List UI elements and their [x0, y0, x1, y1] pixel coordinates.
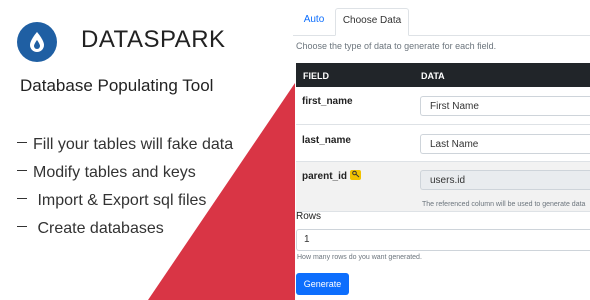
feature-item: Modify tables and keys — [17, 160, 233, 188]
brand-name: DATASPARK — [81, 26, 226, 53]
rows-hint: How many rows do you want generated. — [297, 254, 422, 261]
dash-icon — [17, 142, 27, 144]
field-name: parent_id — [302, 170, 362, 182]
feature-text: Fill your tables will fake data — [33, 136, 234, 153]
field-name: first_name — [302, 96, 353, 107]
feature-list: Fill your tables will fake data Modify t… — [17, 132, 233, 244]
tab-bar: Auto Choose Data — [293, 8, 590, 36]
data-type-select[interactable]: First Name — [420, 96, 590, 116]
generate-button[interactable]: Generate — [296, 273, 349, 295]
rows-label: Rows — [296, 211, 322, 222]
flame-drop-icon — [30, 32, 44, 52]
header-data: DATA — [421, 71, 445, 81]
field-name: last_name — [302, 135, 351, 146]
data-type-select[interactable]: Last Name — [420, 134, 590, 154]
tab-auto[interactable]: Auto — [293, 8, 335, 34]
rows-input[interactable]: 1 — [296, 229, 590, 251]
dash-icon — [17, 170, 27, 172]
table-row: last_name Last Name — [296, 125, 590, 162]
table-row: first_name First Name — [296, 87, 590, 125]
feature-text: Modify tables and keys — [33, 164, 196, 181]
table-row: parent_id users.id The referenced column… — [296, 162, 590, 212]
header-field: FIELD — [303, 71, 329, 81]
feature-item: Create databases — [17, 216, 233, 244]
referenced-column-field: users.id — [420, 170, 590, 190]
dash-icon — [17, 226, 27, 228]
feature-text: Create databases — [33, 220, 164, 237]
key-icon — [350, 170, 362, 181]
field-name-text: parent_id — [302, 171, 348, 182]
reference-note: The referenced column will be used to ge… — [422, 201, 586, 208]
feature-item: Fill your tables will fake data — [17, 132, 233, 160]
field-table: FIELD DATA first_name First Name last_na… — [296, 63, 590, 212]
tab-choose-data[interactable]: Choose Data — [335, 8, 409, 36]
feature-text: Import & Export sql files — [33, 192, 207, 209]
logo — [17, 22, 57, 62]
feature-item: Import & Export sql files — [17, 188, 233, 216]
table-header: FIELD DATA — [296, 63, 590, 87]
choose-hint: Choose the type of data to generate for … — [296, 41, 497, 51]
tagline: Database Populating Tool — [20, 76, 214, 95]
dash-icon — [17, 198, 27, 200]
